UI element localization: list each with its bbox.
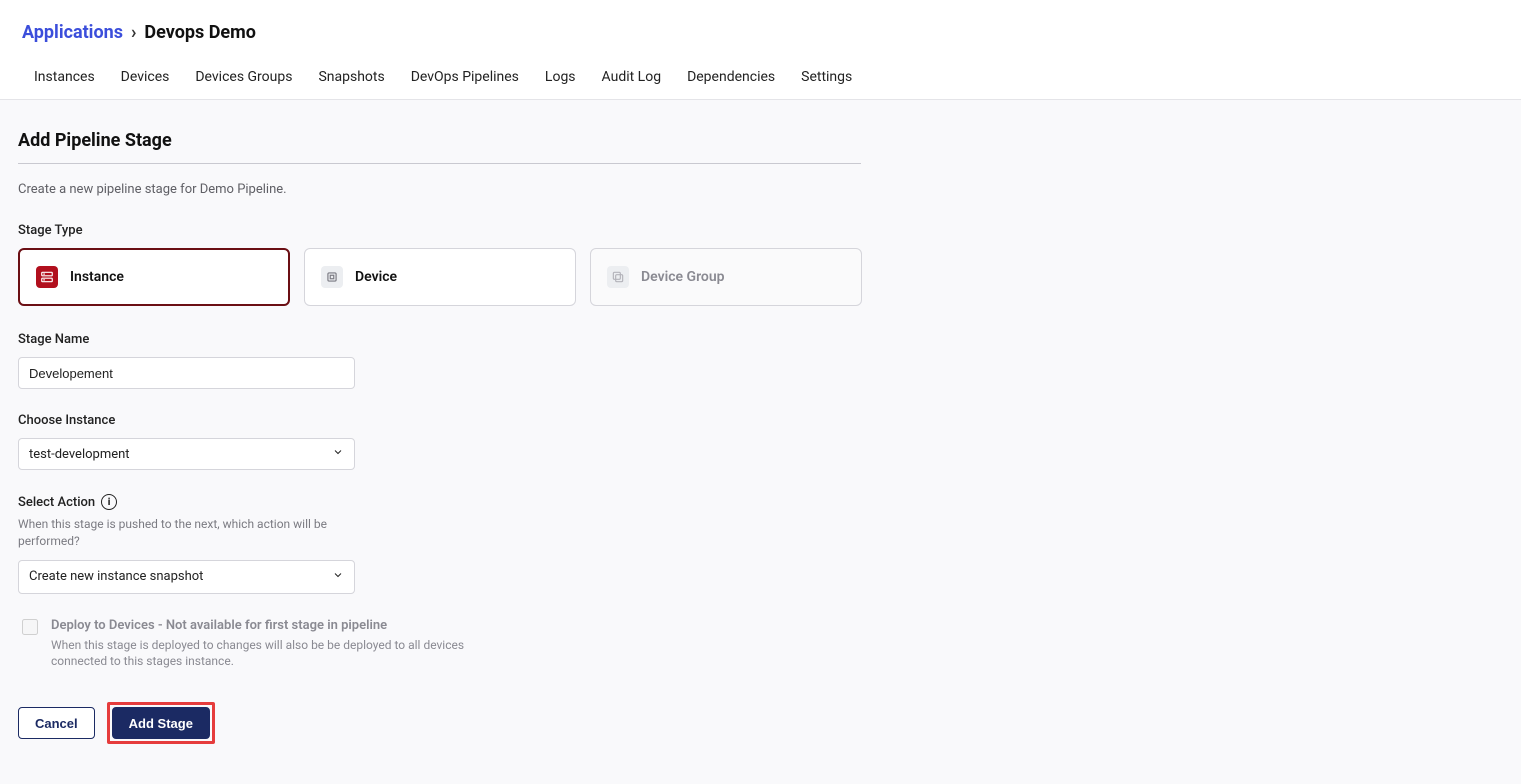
select-action-selected: Create new instance snapshot <box>29 569 203 584</box>
deploy-to-devices-text: Deploy to Devices - Not available for fi… <box>51 618 471 671</box>
chevron-down-icon <box>332 569 344 585</box>
tab-devices-groups[interactable]: Devices Groups <box>195 69 292 85</box>
page-description: Create a new pipeline stage for Demo Pip… <box>18 182 861 197</box>
title-rule <box>18 163 861 164</box>
stage-type-card-device-group: Device Group <box>590 248 862 306</box>
info-icon[interactable]: i <box>101 494 117 510</box>
tab-logs[interactable]: Logs <box>545 69 576 85</box>
select-action-field: Select Action i When this stage is pushe… <box>18 494 861 594</box>
tab-devops-pipelines[interactable]: DevOps Pipelines <box>411 69 519 85</box>
deploy-to-devices-checkbox <box>22 619 38 635</box>
tab-instances[interactable]: Instances <box>34 69 95 85</box>
button-row: Cancel Add Stage <box>18 702 861 744</box>
stage-type-device-label: Device <box>355 269 397 285</box>
stage-name-input[interactable] <box>18 357 355 389</box>
breadcrumb: Applications › Devops Demo <box>0 0 1521 53</box>
stage-type-device-group-label: Device Group <box>641 269 725 285</box>
tab-settings[interactable]: Settings <box>801 69 852 85</box>
tab-devices[interactable]: Devices <box>121 69 170 85</box>
page-body: Add Pipeline Stage Create a new pipeline… <box>0 100 1521 784</box>
stage-name-label: Stage Name <box>18 332 861 347</box>
choose-instance-label: Choose Instance <box>18 413 861 428</box>
chevron-down-icon <box>332 446 344 462</box>
chip-icon <box>321 266 343 288</box>
page-title: Add Pipeline Stage <box>18 130 861 151</box>
choose-instance-select[interactable]: test-development <box>18 438 355 470</box>
choose-instance-selected: test-development <box>29 447 130 462</box>
stage-type-cards: Instance Device Device Group <box>18 248 861 306</box>
select-action-helper: When this stage is pushed to the next, w… <box>18 516 358 550</box>
tab-audit-log[interactable]: Audit Log <box>602 69 662 85</box>
stage-type-card-instance[interactable]: Instance <box>18 248 290 306</box>
cancel-button[interactable]: Cancel <box>18 707 95 739</box>
chip-group-icon <box>607 266 629 288</box>
choose-instance-field: Choose Instance test-development <box>18 413 861 470</box>
tab-snapshots[interactable]: Snapshots <box>318 69 384 85</box>
tab-dependencies[interactable]: Dependencies <box>687 69 775 85</box>
stage-type-label: Stage Type <box>18 223 861 238</box>
tab-bar: Instances Devices Devices Groups Snapsho… <box>0 53 1521 99</box>
stage-type-instance-label: Instance <box>70 269 124 285</box>
breadcrumb-root-link[interactable]: Applications <box>22 22 123 43</box>
breadcrumb-separator: › <box>131 22 136 43</box>
deploy-to-devices-label: Deploy to Devices - Not available for fi… <box>51 618 471 633</box>
server-icon <box>36 266 58 288</box>
deploy-to-devices-description: When this stage is deployed to changes w… <box>51 637 471 671</box>
select-action-select[interactable]: Create new instance snapshot <box>18 560 355 594</box>
stage-type-card-device[interactable]: Device <box>304 248 576 306</box>
add-stage-button[interactable]: Add Stage <box>112 707 210 739</box>
select-action-label: Select Action <box>18 495 95 510</box>
stage-name-field: Stage Name <box>18 332 861 389</box>
form-panel: Add Pipeline Stage Create a new pipeline… <box>18 130 861 744</box>
breadcrumb-current: Devops Demo <box>144 22 255 43</box>
add-stage-highlight: Add Stage <box>107 702 215 744</box>
deploy-to-devices-row: Deploy to Devices - Not available for fi… <box>18 618 861 671</box>
